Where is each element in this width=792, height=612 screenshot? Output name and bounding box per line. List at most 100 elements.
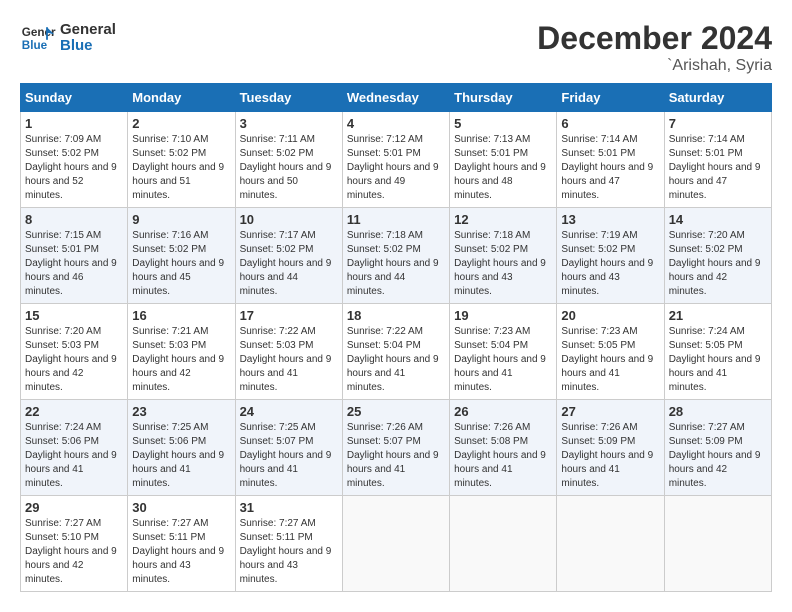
table-row [450,496,557,592]
day-info: Sunrise: 7:12 AM Sunset: 5:01 PM Dayligh… [347,133,445,203]
day-number: 23 [132,404,230,419]
page-header: General Blue General Blue December 2024 … [20,20,772,75]
table-row [557,496,664,592]
day-number: 7 [669,116,767,131]
day-info: Sunrise: 7:27 AM Sunset: 5:11 PM Dayligh… [240,517,338,587]
day-info: Sunrise: 7:14 AM Sunset: 5:01 PM Dayligh… [669,133,767,203]
day-info: Sunrise: 7:18 AM Sunset: 5:02 PM Dayligh… [347,229,445,299]
table-row [342,496,449,592]
svg-text:Blue: Blue [22,39,48,52]
table-row: 21 Sunrise: 7:24 AM Sunset: 5:05 PM Dayl… [664,304,771,400]
table-row: 10 Sunrise: 7:17 AM Sunset: 5:02 PM Dayl… [235,208,342,304]
table-row: 13 Sunrise: 7:19 AM Sunset: 5:02 PM Dayl… [557,208,664,304]
table-row: 3 Sunrise: 7:11 AM Sunset: 5:02 PM Dayli… [235,112,342,208]
col-wednesday: Wednesday [342,84,449,112]
day-info: Sunrise: 7:26 AM Sunset: 5:09 PM Dayligh… [561,421,659,491]
day-number: 13 [561,212,659,227]
day-number: 29 [25,500,123,515]
day-number: 30 [132,500,230,515]
day-number: 28 [669,404,767,419]
day-info: Sunrise: 7:21 AM Sunset: 5:03 PM Dayligh… [132,325,230,395]
table-row: 19 Sunrise: 7:23 AM Sunset: 5:04 PM Dayl… [450,304,557,400]
day-info: Sunrise: 7:13 AM Sunset: 5:01 PM Dayligh… [454,133,552,203]
day-info: Sunrise: 7:20 AM Sunset: 5:02 PM Dayligh… [669,229,767,299]
day-number: 15 [25,308,123,323]
day-number: 25 [347,404,445,419]
table-row: 25 Sunrise: 7:26 AM Sunset: 5:07 PM Dayl… [342,400,449,496]
table-row: 15 Sunrise: 7:20 AM Sunset: 5:03 PM Dayl… [21,304,128,400]
day-number: 20 [561,308,659,323]
day-number: 1 [25,116,123,131]
table-row: 4 Sunrise: 7:12 AM Sunset: 5:01 PM Dayli… [342,112,449,208]
col-thursday: Thursday [450,84,557,112]
day-info: Sunrise: 7:15 AM Sunset: 5:01 PM Dayligh… [25,229,123,299]
day-number: 16 [132,308,230,323]
day-info: Sunrise: 7:22 AM Sunset: 5:03 PM Dayligh… [240,325,338,395]
month-title: December 2024 [537,20,772,57]
table-row: 20 Sunrise: 7:23 AM Sunset: 5:05 PM Dayl… [557,304,664,400]
col-monday: Monday [128,84,235,112]
col-saturday: Saturday [664,84,771,112]
day-info: Sunrise: 7:23 AM Sunset: 5:05 PM Dayligh… [561,325,659,395]
day-number: 4 [347,116,445,131]
table-row: 5 Sunrise: 7:13 AM Sunset: 5:01 PM Dayli… [450,112,557,208]
table-row: 24 Sunrise: 7:25 AM Sunset: 5:07 PM Dayl… [235,400,342,496]
day-info: Sunrise: 7:26 AM Sunset: 5:08 PM Dayligh… [454,421,552,491]
table-row: 30 Sunrise: 7:27 AM Sunset: 5:11 PM Dayl… [128,496,235,592]
table-row: 18 Sunrise: 7:22 AM Sunset: 5:04 PM Dayl… [342,304,449,400]
day-number: 10 [240,212,338,227]
table-row: 7 Sunrise: 7:14 AM Sunset: 5:01 PM Dayli… [664,112,771,208]
day-number: 17 [240,308,338,323]
day-info: Sunrise: 7:23 AM Sunset: 5:04 PM Dayligh… [454,325,552,395]
col-sunday: Sunday [21,84,128,112]
calendar-table: Sunday Monday Tuesday Wednesday Thursday… [20,83,772,592]
day-number: 21 [669,308,767,323]
day-number: 12 [454,212,552,227]
day-info: Sunrise: 7:22 AM Sunset: 5:04 PM Dayligh… [347,325,445,395]
day-number: 19 [454,308,552,323]
logo-text-line2: Blue [60,38,116,55]
table-row: 8 Sunrise: 7:15 AM Sunset: 5:01 PM Dayli… [21,208,128,304]
table-row: 2 Sunrise: 7:10 AM Sunset: 5:02 PM Dayli… [128,112,235,208]
calendar-header-row: Sunday Monday Tuesday Wednesday Thursday… [21,84,772,112]
day-number: 11 [347,212,445,227]
day-info: Sunrise: 7:11 AM Sunset: 5:02 PM Dayligh… [240,133,338,203]
day-info: Sunrise: 7:24 AM Sunset: 5:06 PM Dayligh… [25,421,123,491]
day-number: 5 [454,116,552,131]
col-tuesday: Tuesday [235,84,342,112]
calendar-week-row: 15 Sunrise: 7:20 AM Sunset: 5:03 PM Dayl… [21,304,772,400]
day-number: 2 [132,116,230,131]
day-info: Sunrise: 7:17 AM Sunset: 5:02 PM Dayligh… [240,229,338,299]
day-info: Sunrise: 7:25 AM Sunset: 5:07 PM Dayligh… [240,421,338,491]
day-number: 8 [25,212,123,227]
table-row: 23 Sunrise: 7:25 AM Sunset: 5:06 PM Dayl… [128,400,235,496]
table-row: 28 Sunrise: 7:27 AM Sunset: 5:09 PM Dayl… [664,400,771,496]
day-number: 18 [347,308,445,323]
day-number: 22 [25,404,123,419]
table-row: 26 Sunrise: 7:26 AM Sunset: 5:08 PM Dayl… [450,400,557,496]
day-number: 14 [669,212,767,227]
table-row: 14 Sunrise: 7:20 AM Sunset: 5:02 PM Dayl… [664,208,771,304]
table-row: 11 Sunrise: 7:18 AM Sunset: 5:02 PM Dayl… [342,208,449,304]
logo-text-line1: General [60,22,116,39]
day-number: 27 [561,404,659,419]
day-info: Sunrise: 7:27 AM Sunset: 5:10 PM Dayligh… [25,517,123,587]
table-row: 16 Sunrise: 7:21 AM Sunset: 5:03 PM Dayl… [128,304,235,400]
day-number: 6 [561,116,659,131]
table-row: 17 Sunrise: 7:22 AM Sunset: 5:03 PM Dayl… [235,304,342,400]
calendar-week-row: 8 Sunrise: 7:15 AM Sunset: 5:01 PM Dayli… [21,208,772,304]
day-info: Sunrise: 7:09 AM Sunset: 5:02 PM Dayligh… [25,133,123,203]
table-row: 1 Sunrise: 7:09 AM Sunset: 5:02 PM Dayli… [21,112,128,208]
day-info: Sunrise: 7:16 AM Sunset: 5:02 PM Dayligh… [132,229,230,299]
calendar-week-row: 22 Sunrise: 7:24 AM Sunset: 5:06 PM Dayl… [21,400,772,496]
logo: General Blue General Blue [20,20,116,56]
location-title: `Arishah, Syria [537,57,772,75]
day-info: Sunrise: 7:14 AM Sunset: 5:01 PM Dayligh… [561,133,659,203]
day-info: Sunrise: 7:20 AM Sunset: 5:03 PM Dayligh… [25,325,123,395]
day-number: 3 [240,116,338,131]
table-row: 9 Sunrise: 7:16 AM Sunset: 5:02 PM Dayli… [128,208,235,304]
day-number: 9 [132,212,230,227]
day-info: Sunrise: 7:10 AM Sunset: 5:02 PM Dayligh… [132,133,230,203]
table-row: 22 Sunrise: 7:24 AM Sunset: 5:06 PM Dayl… [21,400,128,496]
table-row: 31 Sunrise: 7:27 AM Sunset: 5:11 PM Dayl… [235,496,342,592]
